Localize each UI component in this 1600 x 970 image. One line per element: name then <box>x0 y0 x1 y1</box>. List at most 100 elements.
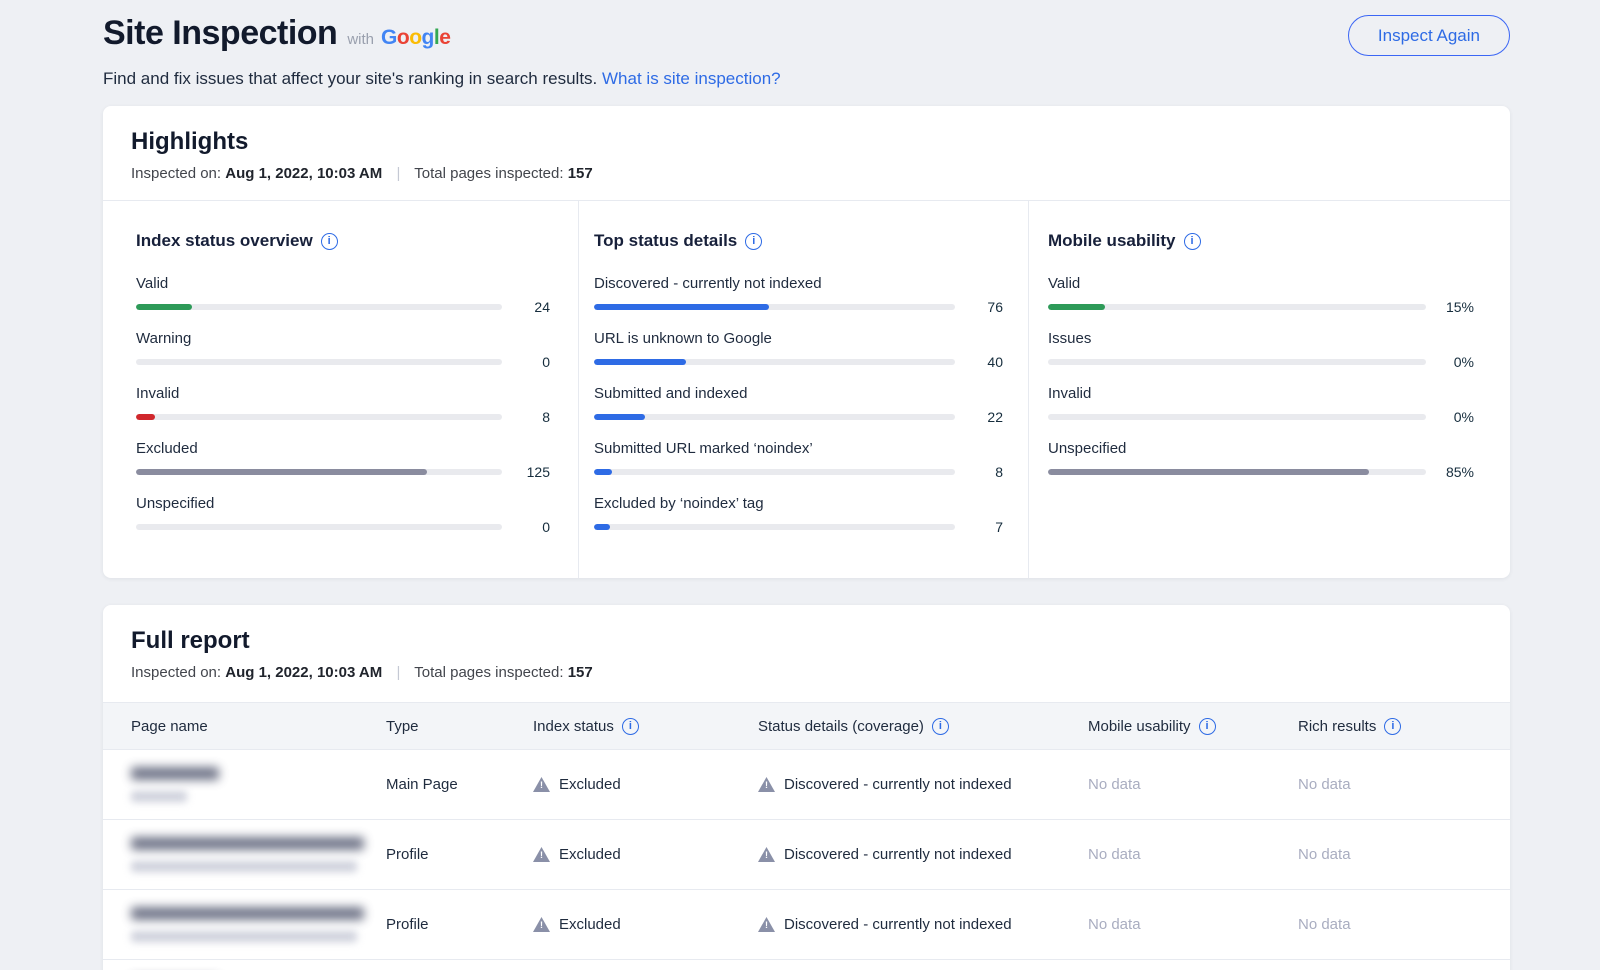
highlights-title: Highlights <box>131 128 1482 156</box>
total-pages-label: Total pages inspected: <box>414 664 563 681</box>
inspected-on-label: Inspected on: <box>131 664 221 681</box>
metric-label: Warning <box>136 330 550 347</box>
status-details-text: Discovered - currently not indexed <box>784 916 1012 933</box>
metric-label: Unspecified <box>1048 440 1474 457</box>
progress-fill <box>136 304 192 310</box>
metric-value: 76 <box>955 299 1003 315</box>
column-title: Index status overview <box>136 231 313 251</box>
total-pages-value: 157 <box>568 664 593 681</box>
info-icon[interactable]: i <box>745 233 762 250</box>
mobile-usability-column: Mobile usability i Valid 15% Issues 0% I… <box>1028 201 1510 578</box>
info-icon[interactable]: i <box>622 718 639 735</box>
index-status-text: Excluded <box>559 846 621 863</box>
status-details-text: Discovered - currently not indexed <box>784 776 1012 793</box>
info-icon[interactable]: i <box>932 718 949 735</box>
progress-fill <box>1048 469 1369 475</box>
google-logo: Google <box>381 26 450 50</box>
progress-track <box>136 359 502 365</box>
highlights-columns: Index status overview i Valid 24 Warning… <box>103 201 1510 578</box>
inspected-on-value: Aug 1, 2022, 10:03 AM <box>225 664 382 681</box>
warning-icon: ! <box>758 777 775 792</box>
metric-valid: Valid 24 <box>136 275 550 315</box>
metric-url-unknown: URL is unknown to Google 40 <box>594 330 1003 370</box>
column-header-label: Rich results <box>1298 718 1376 735</box>
metric-label: Valid <box>136 275 550 292</box>
info-icon[interactable]: i <box>321 233 338 250</box>
page-header: Site Inspection with Google Find and fix… <box>0 0 1600 89</box>
metric-label: Submitted and indexed <box>594 385 1003 402</box>
highlights-card: Highlights Inspected on: Aug 1, 2022, 10… <box>103 106 1510 578</box>
google-letter: e <box>439 26 450 49</box>
metric-value: 7 <box>955 519 1003 535</box>
column-header-index-status: Index status i <box>533 718 758 735</box>
info-icon[interactable]: i <box>1384 718 1401 735</box>
page-subtitle: Find and fix issues that affect your sit… <box>103 69 1510 89</box>
total-pages-label: Total pages inspected: <box>414 165 563 182</box>
full-report-title: Full report <box>131 627 1482 655</box>
top-status-details-column: Top status details i Discovered - curren… <box>578 201 1028 578</box>
progress-track <box>594 359 955 365</box>
mobile-usability-cell: No data <box>1088 916 1298 933</box>
index-status-text: Excluded <box>559 776 621 793</box>
progress-track <box>136 414 502 420</box>
metric-label: Invalid <box>1048 385 1474 402</box>
status-details-cell: !Discovered - currently not indexed <box>758 846 1088 863</box>
redacted-url <box>131 931 357 942</box>
warning-icon: ! <box>533 777 550 792</box>
info-icon[interactable]: i <box>1199 718 1216 735</box>
index-status-cell: !Excluded <box>533 846 758 863</box>
column-title-row: Mobile usability i <box>1048 231 1474 251</box>
inspect-again-button[interactable]: Inspect Again <box>1348 15 1510 56</box>
metric-label: Unspecified <box>136 495 550 512</box>
metric-value: 125 <box>502 464 550 480</box>
total-pages-value: 157 <box>568 165 593 182</box>
metric-mobile-invalid: Invalid 0% <box>1048 385 1474 425</box>
progress-fill <box>136 414 155 420</box>
metric-value: 8 <box>955 464 1003 480</box>
metric-discovered-not-indexed: Discovered - currently not indexed 76 <box>594 275 1003 315</box>
metric-value: 0% <box>1426 354 1474 370</box>
progress-track <box>1048 414 1426 420</box>
progress-fill <box>1048 304 1105 310</box>
highlights-meta: Inspected on: Aug 1, 2022, 10:03 AM | To… <box>131 165 1482 182</box>
what-is-site-inspection-link[interactable]: What is site inspection? <box>602 69 781 88</box>
warning-icon: ! <box>758 847 775 862</box>
subtitle-text: Find and fix issues that affect your sit… <box>103 69 597 88</box>
progress-track <box>594 524 955 530</box>
rich-results-cell: No data <box>1298 846 1510 863</box>
status-details-cell: ! Discovered - currently not indexed <box>758 916 1088 933</box>
info-icon[interactable]: i <box>1184 233 1201 250</box>
metric-value: 24 <box>502 299 550 315</box>
google-letter: g <box>422 26 434 49</box>
index-status-cell: ! Excluded <box>533 776 758 793</box>
table-header-row: Page name Type Index statusi Status deta… <box>103 702 1510 750</box>
table-row[interactable]: Main Page !Excluded !Discovered - curren… <box>103 750 1510 820</box>
progress-track <box>594 469 955 475</box>
meta-separator: | <box>396 664 400 681</box>
column-header-label: Index status <box>533 718 614 735</box>
mobile-usability-cell: No data <box>1088 776 1298 793</box>
page-name-redacted <box>131 767 386 802</box>
metric-mobile-unspecified: Unspecified 85% <box>1048 440 1474 480</box>
metric-warning: Warning 0 <box>136 330 550 370</box>
metric-label: Valid <box>1048 275 1474 292</box>
redacted-title <box>131 767 219 780</box>
progress-fill <box>594 414 645 420</box>
progress-track <box>1048 359 1426 365</box>
index-status-text: Excluded <box>559 916 621 933</box>
column-header-label: Status details (coverage) <box>758 718 924 735</box>
column-title: Top status details <box>594 231 737 251</box>
metric-label: Submitted URL marked ‘noindex’ <box>594 440 1003 457</box>
index-status-cell: !Excluded <box>533 916 758 933</box>
page-name-redacted <box>131 907 386 942</box>
column-header-type: Type <box>386 718 533 735</box>
progress-fill <box>594 469 612 475</box>
title-row: Site Inspection with Google <box>103 14 1510 53</box>
warning-icon: ! <box>758 917 775 932</box>
column-header-label: Mobile usability <box>1088 718 1191 735</box>
table-row[interactable]: Product !Invalid !Submitted, marked ‘noi… <box>103 960 1510 970</box>
table-row[interactable]: Profile !Excluded !Discovered - currentl… <box>103 890 1510 960</box>
with-label: with <box>347 31 374 48</box>
table-row[interactable]: Profile !Excluded !Discovered - currentl… <box>103 820 1510 890</box>
column-title-row: Index status overview i <box>136 231 550 251</box>
